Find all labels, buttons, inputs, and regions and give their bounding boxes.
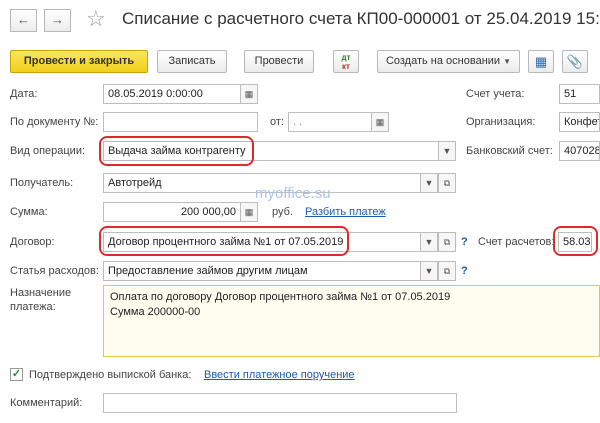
calendar-button[interactable]: ▦ xyxy=(240,84,258,104)
purpose-label-line2: платежа: xyxy=(10,301,56,313)
doc-number-field[interactable] xyxy=(103,112,258,132)
sum-field[interactable]: 200 000,00 xyxy=(103,202,241,222)
expense-dropdown-button[interactable]: ▼ xyxy=(420,261,438,281)
bank-account-label: Банковский счет: xyxy=(466,145,553,157)
account-field[interactable]: 51 xyxy=(559,84,600,104)
organization-field[interactable]: Конфет xyxy=(559,112,600,132)
purpose-line-1: Оплата по договору Договор процентного з… xyxy=(110,291,451,303)
arrow-left-icon: ← xyxy=(17,12,30,27)
open-icon: ⧉ xyxy=(443,237,451,247)
comment-label: Комментарий: xyxy=(10,397,83,409)
checkmark-icon: ✓ xyxy=(11,368,22,380)
chevron-down-icon: ▼ xyxy=(442,146,452,156)
organization-label: Организация: xyxy=(466,116,536,128)
expense-item-field[interactable]: Предоставление займов другим лицам xyxy=(103,261,421,281)
split-payment-link[interactable]: Разбить платеж xyxy=(305,206,386,218)
structure-button[interactable]: ▦ xyxy=(528,50,554,73)
open-icon: ⧉ xyxy=(443,266,451,276)
dt-kt-button[interactable]: дт кт xyxy=(333,50,359,73)
from-date-field[interactable]: . . xyxy=(288,112,372,132)
create-based-on-button[interactable]: Создать на основании ▼ xyxy=(377,50,520,73)
chevron-down-icon: ▼ xyxy=(424,266,434,276)
create-based-on-label: Создать на основании xyxy=(385,55,501,67)
recipient-open-button[interactable]: ⧉ xyxy=(438,173,456,193)
chevron-down-icon: ▼ xyxy=(424,237,434,247)
bank-confirmed-checkbox[interactable]: ✓ xyxy=(10,368,23,381)
expense-help-icon[interactable]: ? xyxy=(461,265,468,277)
kt-icon: кт xyxy=(342,62,350,71)
purpose-label-line1: Назначение xyxy=(10,287,72,299)
date-label: Дата: xyxy=(10,88,38,100)
date-field[interactable]: 08.05.2019 0:00:00 xyxy=(103,84,241,104)
account-label: Счет учета: xyxy=(466,88,525,100)
calculator-icon: ▦ xyxy=(244,207,254,217)
paperclip-icon: 📎 xyxy=(566,54,584,69)
calendar-icon: ▦ xyxy=(244,89,254,99)
forward-button[interactable]: → xyxy=(44,9,71,32)
attachment-button[interactable]: 📎 xyxy=(562,50,588,73)
highlight-operation xyxy=(99,136,254,166)
post-button[interactable]: Провести xyxy=(244,50,314,73)
favorite-star-icon[interactable]: ☆ xyxy=(86,7,106,31)
settlement-account-label: Счет расчетов: xyxy=(478,236,555,248)
contract-dropdown-button[interactable]: ▼ xyxy=(420,232,438,252)
calendar-icon: ▦ xyxy=(375,117,385,127)
highlight-contract xyxy=(99,226,349,256)
page-title: Списание с расчетного счета КП00-000001 … xyxy=(122,9,600,28)
bank-confirmed-label: Подтверждено выпиской банка: xyxy=(29,369,192,381)
from-calendar-button[interactable]: ▦ xyxy=(371,112,389,132)
structure-icon: ▦ xyxy=(534,54,548,69)
dt-icon: дт xyxy=(341,53,351,62)
sum-label: Сумма: xyxy=(10,206,48,218)
arrow-right-icon: → xyxy=(51,12,64,27)
bank-account-field[interactable]: 4070281 xyxy=(559,141,600,161)
watermark: myoffice.su xyxy=(255,185,331,202)
expense-open-button[interactable]: ⧉ xyxy=(438,261,456,281)
purpose-textarea[interactable]: Оплата по договору Договор процентного з… xyxy=(103,285,600,357)
contract-open-button[interactable]: ⧉ xyxy=(438,232,456,252)
save-button[interactable]: Записать xyxy=(157,50,227,73)
operation-dropdown-button[interactable]: ▼ xyxy=(438,141,456,161)
open-icon: ⧉ xyxy=(443,178,451,188)
post-and-close-button[interactable]: Провести и закрыть xyxy=(10,50,148,73)
doc-number-label: По документу №: xyxy=(10,116,99,128)
enter-payment-order-link[interactable]: Ввести платежное поручение xyxy=(204,369,355,381)
contract-help-icon[interactable]: ? xyxy=(461,236,468,248)
recipient-dropdown-button[interactable]: ▼ xyxy=(420,173,438,193)
chevron-down-icon: ▼ xyxy=(503,57,512,66)
contract-label: Договор: xyxy=(10,236,55,248)
operation-type-label: Вид операции: xyxy=(10,145,86,157)
purpose-line-2: Сумма 200000-00 xyxy=(110,306,201,318)
back-button[interactable]: ← xyxy=(10,9,37,32)
from-label: от: xyxy=(270,116,284,128)
recipient-label: Получатель: xyxy=(10,177,74,189)
currency-label: руб. xyxy=(272,206,293,218)
calculator-button[interactable]: ▦ xyxy=(240,202,258,222)
comment-field[interactable] xyxy=(103,393,457,413)
chevron-down-icon: ▼ xyxy=(424,178,434,188)
expense-item-label: Статья расходов: xyxy=(10,265,99,277)
highlight-settlement xyxy=(553,226,598,256)
